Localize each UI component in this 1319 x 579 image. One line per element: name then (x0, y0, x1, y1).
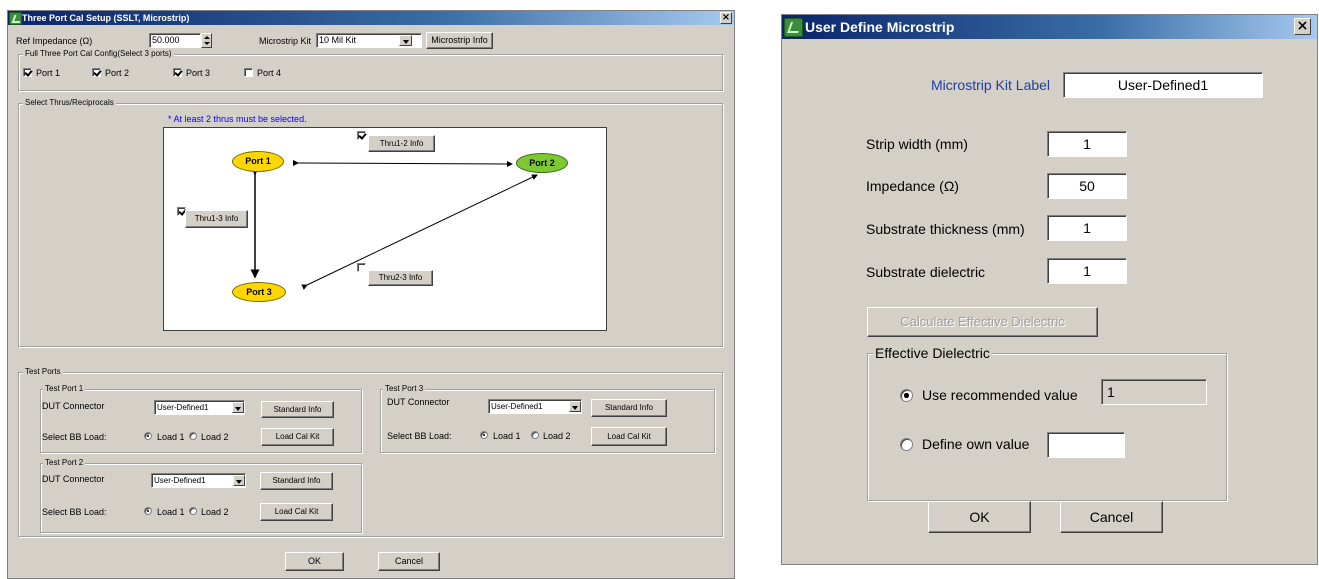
use-recommended-label: Use recommended value (922, 387, 1078, 403)
ref-impedance-spinner[interactable] (201, 33, 212, 48)
port1-node: Port 1 (232, 151, 284, 172)
calculate-effective-dielectric-button[interactable]: Calculate Effective Dielectric (867, 307, 1098, 337)
port4-checkbox[interactable] (244, 68, 253, 77)
port4-checkbox-label: Port 4 (257, 68, 282, 78)
tp2-dut-label: DUT Connector (42, 474, 105, 484)
port3-checkbox-label: Port 3 (186, 68, 211, 78)
impedance-input[interactable]: 50 (1047, 173, 1127, 199)
tp1-load2-label: Load 2 (201, 432, 229, 442)
test-ports-group-label: Test Ports (23, 367, 63, 376)
tp1-bb-label: Select BB Load: (42, 432, 107, 442)
tp3-load-cal-kit-button[interactable]: Load Cal Kit (591, 427, 667, 446)
tp1-standard-info-button[interactable]: Standard Info (261, 401, 334, 418)
thru23-info-button[interactable]: Thru2-3 Info (368, 270, 433, 286)
thrus-group-label: Select Thrus/Reciprocals (23, 98, 116, 107)
define-own-radio[interactable] (900, 438, 913, 451)
cancel-button[interactable]: Cancel (1060, 501, 1163, 533)
port3-checkbox[interactable] (173, 68, 182, 77)
thru23-line (301, 174, 538, 290)
port2-node: Port 2 (516, 153, 568, 173)
user-define-microstrip-window: User Define Microstrip × Microstrip Kit … (781, 14, 1318, 565)
tp3-dut-label: DUT Connector (387, 397, 450, 407)
window-title: Three Port Cal Setup (SSLT, Microstrip) (22, 13, 190, 23)
tp2-load2-radio[interactable] (189, 507, 197, 515)
tp3-load2-label: Load 2 (543, 431, 571, 441)
strip-width-label: Strip width (mm) (866, 136, 968, 152)
effective-dielectric-group: Effective Dielectric (867, 345, 1227, 501)
tp2-load1-radio[interactable] (144, 507, 152, 515)
test-port3-title: Test Port 3 (383, 384, 426, 393)
substrate-thickness-input[interactable]: 1 (1047, 215, 1127, 241)
ref-impedance-input[interactable]: 50.000 (149, 33, 201, 48)
tp1-load-cal-kit-button[interactable]: Load Cal Kit (261, 428, 334, 446)
chevron-down-icon[interactable] (399, 35, 412, 46)
tp1-load2-radio[interactable] (189, 432, 197, 440)
title-bar: User Define Microstrip × (782, 15, 1317, 39)
chevron-down-icon[interactable] (233, 475, 245, 486)
test-port2-title: Test Port 2 (43, 458, 86, 467)
port1-checkbox-label: Port 1 (36, 68, 61, 78)
app-icon (784, 18, 803, 37)
close-icon[interactable]: × (1294, 18, 1311, 35)
config-group-label: Full Three Port Cal Config(Select 3 port… (23, 49, 174, 58)
tp3-load2-radio[interactable] (531, 431, 539, 439)
window-title: User Define Microstrip (805, 19, 955, 35)
close-icon[interactable]: × (720, 12, 732, 24)
ok-button[interactable]: OK (928, 501, 1031, 533)
three-port-cal-window: Three Port Cal Setup (SSLT, Microstrip) … (7, 10, 735, 579)
test-port1-title: Test Port 1 (43, 384, 86, 393)
recommended-value-field: 1 (1101, 379, 1207, 405)
tp3-load1-radio[interactable] (480, 431, 488, 439)
chevron-down-icon[interactable] (569, 401, 581, 412)
thru12-checkbox[interactable] (357, 131, 366, 140)
own-value-input[interactable] (1047, 432, 1125, 458)
impedance-label: Impedance (Ω) (866, 178, 959, 194)
thru13-info-button[interactable]: Thru1-3 Info (185, 210, 248, 228)
thrus-note: * At least 2 thrus must be selected. (168, 114, 307, 124)
tp1-dut-label: DUT Connector (42, 401, 105, 411)
tp2-load1-label: Load 1 (157, 507, 185, 517)
chevron-down-icon[interactable] (232, 402, 244, 413)
app-icon (9, 12, 22, 25)
strip-width-input[interactable]: 1 (1047, 131, 1127, 157)
cancel-button[interactable]: Cancel (378, 552, 440, 571)
microstrip-kit-label: Microstrip Kit (259, 36, 312, 46)
title-bar: Three Port Cal Setup (SSLT, Microstrip) … (8, 11, 734, 25)
define-own-label: Define own value (922, 436, 1030, 452)
use-recommended-radio[interactable] (900, 389, 913, 402)
ref-impedance-label: Ref Impedance (Ω) (16, 36, 93, 46)
tp2-load-cal-kit-button[interactable]: Load Cal Kit (260, 503, 333, 521)
ok-button[interactable]: OK (285, 552, 344, 571)
port3-node: Port 3 (232, 282, 286, 302)
substrate-thickness-label: Substrate thickness (mm) (866, 221, 1025, 237)
port2-checkbox[interactable] (92, 68, 101, 77)
microstrip-info-button[interactable]: Microstrip Info (426, 32, 493, 49)
port1-checkbox[interactable] (23, 68, 32, 77)
substrate-dielectric-input[interactable]: 1 (1047, 258, 1127, 284)
thru12-line (292, 159, 513, 167)
tp2-connector-select[interactable]: User-Defined1 (151, 473, 246, 488)
tp2-standard-info-button[interactable]: Standard Info (260, 472, 333, 490)
microstrip-kit-label-text: Microstrip Kit Label (931, 77, 1051, 93)
tp2-bb-label: Select BB Load: (42, 507, 107, 517)
tp3-standard-info-button[interactable]: Standard Info (591, 399, 667, 417)
tp2-load2-label: Load 2 (201, 507, 229, 517)
port2-checkbox-label: Port 2 (105, 68, 130, 78)
tp1-load1-label: Load 1 (157, 432, 185, 442)
tp3-connector-select[interactable]: User-Defined1 (488, 399, 582, 414)
thru23-checkbox[interactable] (357, 263, 366, 272)
tp3-bb-label: Select BB Load: (387, 431, 452, 441)
thru-diagram: Port 1 Port 2 Port 3 Thru1-2 Info Thru1-… (163, 127, 607, 331)
microstrip-kit-label-input[interactable]: User-Defined1 (1063, 72, 1263, 98)
tp1-load1-radio[interactable] (144, 432, 152, 440)
effective-dielectric-label: Effective Dielectric (873, 345, 992, 361)
tp3-load1-label: Load 1 (493, 431, 521, 441)
substrate-dielectric-label: Substrate dielectric (866, 264, 986, 280)
thru12-info-button[interactable]: Thru1-2 Info (368, 135, 435, 152)
